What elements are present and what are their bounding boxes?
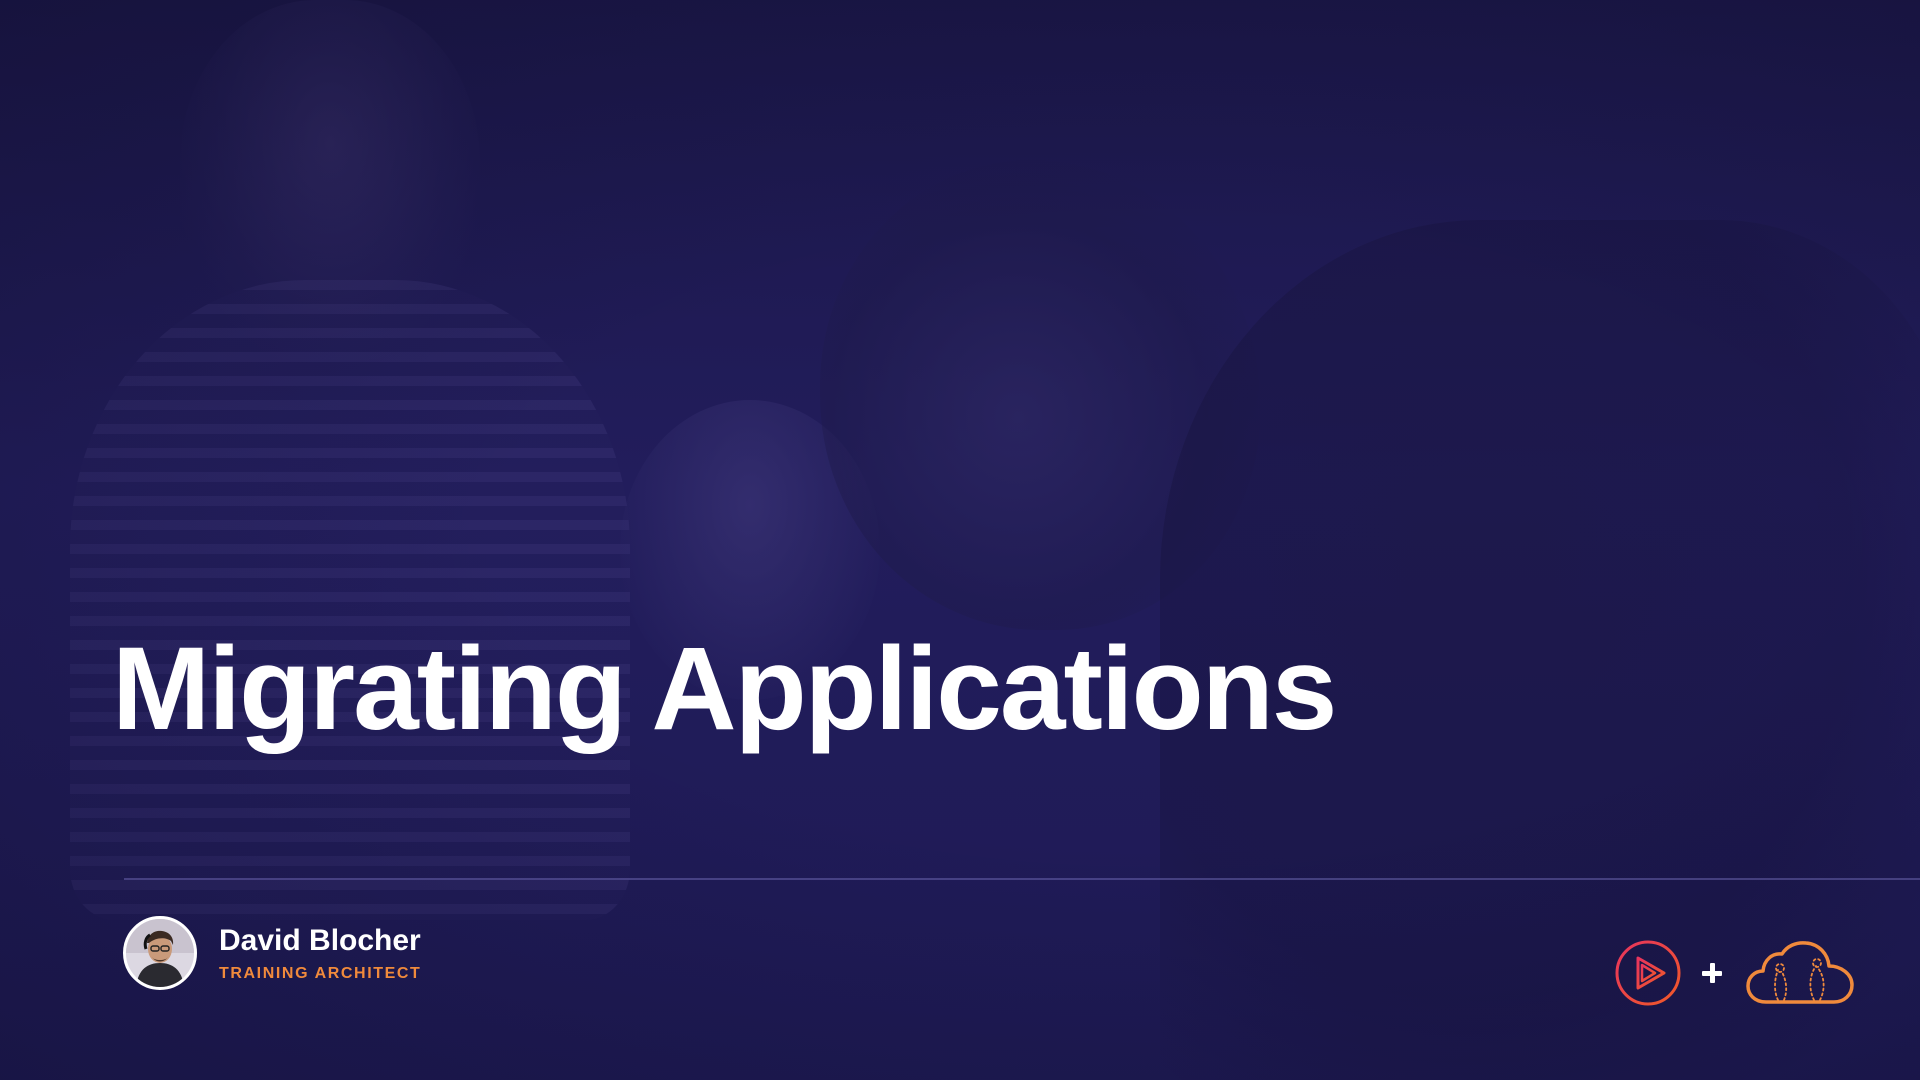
presenter-card: David Blocher TRAINING ARCHITECT	[123, 916, 421, 990]
person-photo-icon	[126, 919, 194, 987]
footer-divider	[124, 878, 1920, 880]
pluralsight-play-icon	[1615, 940, 1681, 1006]
plus-icon	[1702, 963, 1722, 983]
acloudguru-cloud-icon	[1746, 941, 1854, 1004]
slide-title: Migrating Applications	[112, 623, 1337, 755]
presenter-name: David Blocher	[219, 923, 421, 957]
presenter-role: TRAINING ARCHITECT	[219, 964, 422, 982]
title-slide: Migrating Applications David Blocher TRA…	[0, 0, 1920, 1080]
presenter-avatar	[123, 916, 197, 990]
presenter-text: David Blocher TRAINING ARCHITECT	[219, 924, 421, 983]
brand-logos	[1614, 938, 1856, 1008]
